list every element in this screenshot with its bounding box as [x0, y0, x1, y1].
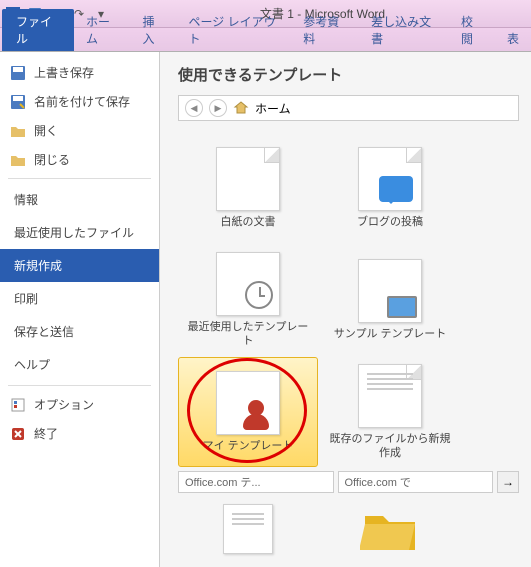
- sidebar-help[interactable]: ヘルプ: [0, 348, 159, 381]
- sidebar-label: 閉じる: [34, 151, 70, 168]
- sidebar-label: 名前を付けて保存: [34, 93, 130, 110]
- template-sample[interactable]: サンプル テンプレート: [320, 245, 460, 355]
- office-com-section-label: Office.com テ...: [178, 471, 334, 493]
- sidebar-label: オプション: [34, 396, 94, 413]
- tab-insert[interactable]: 挿入: [131, 9, 177, 51]
- template-label: マイ テンプレート: [203, 439, 294, 453]
- template-label: 白紙の文書: [221, 215, 276, 229]
- sidebar-label: 情報: [14, 191, 38, 208]
- tab-home[interactable]: ホーム: [74, 9, 131, 51]
- template-office-item[interactable]: [178, 499, 318, 559]
- sidebar-label: 印刷: [14, 290, 38, 307]
- open-folder-icon: [10, 123, 26, 139]
- options-icon: [10, 397, 26, 413]
- sidebar-label: 最近使用したファイル: [14, 224, 134, 241]
- backstage-view: 上書き保存 名前を付けて保存 開く 閉じる 情報 最近使用したファイル 新規作成…: [0, 52, 531, 567]
- template-blank[interactable]: 白紙の文書: [178, 133, 318, 243]
- template-my-templates[interactable]: マイ テンプレート: [178, 357, 318, 467]
- sidebar-print[interactable]: 印刷: [0, 282, 159, 315]
- folder-icon: [360, 504, 420, 554]
- ribbon-tabs: ファイル ホーム 挿入 ページ レイアウト 参考資料 差し込み文書 校閲 表: [0, 28, 531, 52]
- sidebar-recent[interactable]: 最近使用したファイル: [0, 216, 159, 249]
- content-panel: 使用できるテンプレート ◀ ▶ ホーム 白紙の文書 ブログの投稿 最近使用したテ…: [160, 52, 531, 567]
- tab-file[interactable]: ファイル: [2, 9, 74, 51]
- template-label: ブログの投稿: [357, 215, 423, 229]
- template-from-existing[interactable]: 既存のファイルから新規作成: [320, 357, 460, 467]
- nav-forward-icon[interactable]: ▶: [209, 99, 227, 117]
- sidebar-options[interactable]: オプション: [0, 390, 159, 419]
- sidebar-label: 開く: [34, 122, 58, 139]
- existing-file-icon: [358, 364, 422, 428]
- home-icon[interactable]: [233, 100, 249, 116]
- sidebar-saveas[interactable]: 名前を付けて保存: [0, 87, 159, 116]
- sidebar: 上書き保存 名前を付けて保存 開く 閉じる 情報 最近使用したファイル 新規作成…: [0, 52, 160, 567]
- sidebar-exit[interactable]: 終了: [0, 419, 159, 448]
- sidebar-label: 新規作成: [14, 257, 62, 274]
- tab-mailings[interactable]: 差し込み文書: [359, 9, 449, 51]
- office-com-bar: Office.com テ... Office.com で →: [178, 471, 519, 493]
- recent-template-icon: [216, 252, 280, 316]
- content-heading: 使用できるテンプレート: [178, 64, 519, 85]
- blank-doc-icon: [216, 147, 280, 211]
- save-icon: [10, 65, 26, 81]
- sidebar-info[interactable]: 情報: [0, 183, 159, 216]
- breadcrumb-home[interactable]: ホーム: [255, 100, 291, 117]
- sidebar-label: ヘルプ: [14, 356, 50, 373]
- blog-doc-icon: [358, 147, 422, 211]
- template-recent[interactable]: 最近使用したテンプレート: [178, 245, 318, 355]
- sidebar-open[interactable]: 開く: [0, 116, 159, 145]
- template-grid-2: [178, 499, 519, 559]
- breadcrumb-bar: ◀ ▶ ホーム: [178, 95, 519, 121]
- doc-stack-icon: [223, 504, 273, 554]
- my-templates-icon: [216, 371, 280, 435]
- sidebar-share[interactable]: 保存と送信: [0, 315, 159, 348]
- exit-icon: [10, 426, 26, 442]
- template-grid: 白紙の文書 ブログの投稿 最近使用したテンプレート サンプル テンプレート マイ…: [178, 133, 519, 467]
- tab-view[interactable]: 表: [495, 26, 531, 51]
- sidebar-label: 上書き保存: [34, 64, 94, 81]
- search-go-button[interactable]: →: [497, 471, 519, 493]
- nav-back-icon[interactable]: ◀: [185, 99, 203, 117]
- template-label: 最近使用したテンプレート: [183, 320, 313, 349]
- sidebar-close[interactable]: 閉じる: [0, 145, 159, 174]
- sidebar-label: 終了: [34, 425, 58, 442]
- sidebar-new[interactable]: 新規作成: [0, 249, 159, 282]
- template-blog[interactable]: ブログの投稿: [320, 133, 460, 243]
- tab-review[interactable]: 校閲: [449, 9, 495, 51]
- sidebar-save[interactable]: 上書き保存: [0, 58, 159, 87]
- close-folder-icon: [10, 152, 26, 168]
- template-office-folder[interactable]: [320, 499, 460, 559]
- sample-template-icon: [358, 259, 422, 323]
- template-label: 既存のファイルから新規作成: [325, 432, 455, 461]
- sidebar-label: 保存と送信: [14, 323, 74, 340]
- tab-layout[interactable]: ページ レイアウト: [177, 9, 292, 51]
- office-com-search-input[interactable]: Office.com で: [338, 471, 494, 493]
- template-label: サンプル テンプレート: [334, 327, 446, 341]
- tab-references[interactable]: 参考資料: [291, 9, 359, 51]
- saveas-icon: [10, 94, 26, 110]
